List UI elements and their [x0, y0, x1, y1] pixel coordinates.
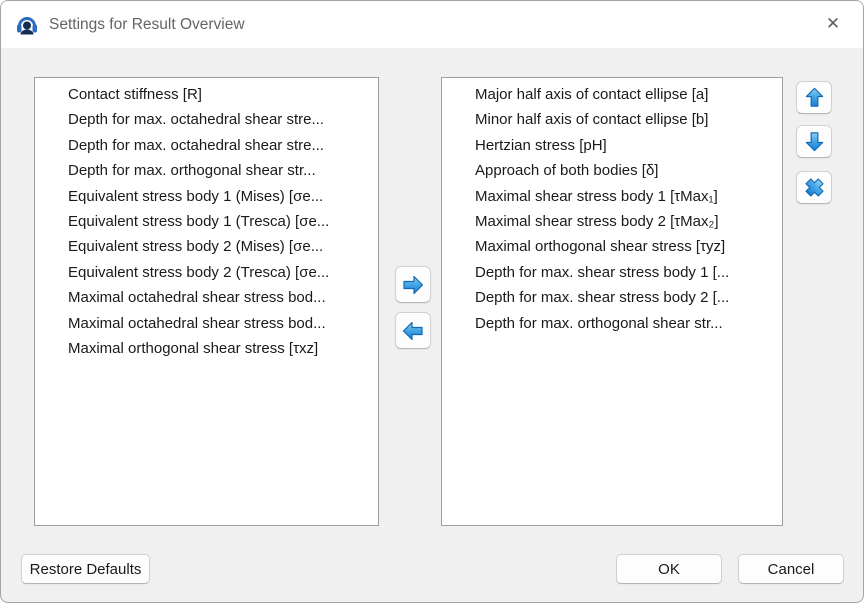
title-bar: Settings for Result Overview ✕ [1, 1, 863, 48]
app-headset-person-icon [15, 13, 39, 37]
arrow-up-icon [803, 86, 826, 109]
list-item[interactable]: Depth for max. octahedral shear stre... [68, 107, 374, 132]
arrow-down-icon [803, 130, 826, 153]
available-results-list[interactable]: Contact stiffness [R]Depth for max. octa… [34, 77, 379, 526]
list-item[interactable]: Depth for max. orthogonal shear str... [68, 158, 374, 183]
list-item[interactable]: Depth for max. octahedral shear stre... [68, 133, 374, 158]
list-item[interactable]: Equivalent stress body 1 (Mises) [σe... [68, 184, 374, 209]
list-item[interactable]: Depth for max. orthogonal shear str... [475, 311, 778, 336]
list-item[interactable]: Equivalent stress body 2 (Mises) [σe... [68, 234, 374, 259]
ok-button[interactable]: OK [616, 554, 722, 584]
list-item[interactable]: Equivalent stress body 1 (Tresca) [σe... [68, 209, 374, 234]
remove-button[interactable] [796, 171, 832, 204]
restore-defaults-button[interactable]: Restore Defaults [21, 554, 150, 584]
list-item[interactable]: Maximal octahedral shear stress bod... [68, 285, 374, 310]
list-item[interactable]: Hertzian stress [pH] [475, 133, 778, 158]
selected-results-list[interactable]: Major half axis of contact ellipse [a]Mi… [441, 77, 783, 526]
dialog-title: Settings for Result Overview [49, 16, 245, 34]
list-item[interactable]: Major half axis of contact ellipse [a] [475, 82, 778, 107]
arrow-left-icon [401, 319, 425, 343]
list-item[interactable]: Maximal shear stress body 1 [τMax₁] [475, 184, 778, 209]
cross-icon [803, 176, 826, 199]
cancel-button[interactable]: Cancel [738, 554, 844, 584]
move-up-button[interactable] [796, 81, 832, 114]
list-item[interactable]: Maximal orthogonal shear stress [τyz] [475, 234, 778, 259]
move-down-button[interactable] [796, 125, 832, 158]
arrow-right-icon [401, 273, 425, 297]
list-item[interactable]: Maximal orthogonal shear stress [τxz] [68, 336, 374, 361]
move-right-button[interactable] [395, 266, 431, 303]
close-icon[interactable]: ✕ [809, 1, 857, 47]
list-item[interactable]: Minor half axis of contact ellipse [b] [475, 107, 778, 132]
list-item[interactable]: Equivalent stress body 2 (Tresca) [σe... [68, 260, 374, 285]
list-item[interactable]: Approach of both bodies [δ] [475, 158, 778, 183]
list-item[interactable]: Maximal octahedral shear stress bod... [68, 311, 374, 336]
list-item[interactable]: Maximal shear stress body 2 [τMax₂] [475, 209, 778, 234]
list-item[interactable]: Depth for max. shear stress body 1 [... [475, 260, 778, 285]
list-item[interactable]: Contact stiffness [R] [68, 82, 374, 107]
settings-dialog: Settings for Result Overview ✕ Contact s… [0, 0, 864, 603]
list-item[interactable]: Depth for max. shear stress body 2 [... [475, 285, 778, 310]
move-left-button[interactable] [395, 312, 431, 349]
